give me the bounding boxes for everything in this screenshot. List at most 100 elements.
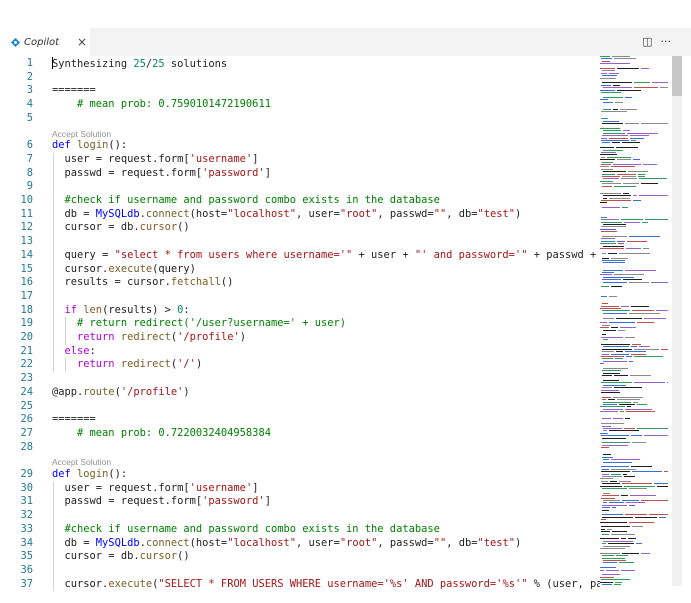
tab-title: Copilot (24, 36, 60, 48)
minimap-line (601, 296, 607, 297)
minimap-line (612, 507, 616, 509)
minimap-line (619, 404, 635, 405)
minimap-line (600, 77, 616, 79)
minimap-line (623, 473, 627, 475)
minimap-line (603, 87, 632, 89)
minimap-line (613, 108, 618, 110)
minimap-line (601, 497, 615, 499)
minimap-line (631, 140, 636, 141)
minimap-line (602, 543, 606, 545)
minimap-line (626, 248, 641, 249)
line-number: 15 (20, 262, 33, 275)
minimap-line (622, 142, 640, 144)
minimap-line (608, 399, 615, 401)
minimap-line (603, 562, 617, 564)
minimap-line (612, 56, 630, 57)
minimap[interactable] (598, 56, 670, 586)
minimap-line (602, 272, 614, 273)
minimap-line (625, 514, 647, 516)
minimap-line (602, 252, 606, 254)
minimap-line (602, 236, 627, 237)
minimap-line (602, 504, 627, 506)
minimap-line (600, 159, 615, 161)
minimap-line (603, 500, 620, 501)
minimap-line (616, 555, 628, 557)
minimap-line (603, 360, 627, 362)
minimap-line (602, 348, 632, 350)
accept-solution-link[interactable]: Accept Solution (52, 129, 111, 139)
minimap-line (603, 540, 633, 542)
minimap-line (600, 552, 620, 554)
more-actions-icon[interactable]: ··· (661, 35, 672, 48)
minimap-line (601, 389, 619, 391)
minimap-line (608, 252, 617, 254)
line-number: 36 (20, 563, 33, 576)
minimap-line (602, 396, 611, 398)
minimap-line (602, 557, 625, 559)
line-number: 6 (26, 139, 33, 152)
minimap-line (601, 480, 608, 482)
minimap-line (643, 248, 649, 249)
minimap-line (636, 543, 642, 545)
minimap-line (603, 560, 626, 561)
scrollbar-thumb[interactable] (672, 56, 682, 96)
minimap-line (601, 305, 619, 307)
minimap-line (600, 576, 614, 578)
minimap-line (633, 195, 637, 197)
minimap-line (611, 353, 629, 355)
minimap-line (603, 329, 616, 331)
minimap-line (602, 142, 610, 144)
minimap-line (651, 281, 668, 283)
minimap-line (611, 257, 628, 259)
minimap-line (603, 492, 610, 494)
line-number: 7 (26, 152, 33, 165)
tab-copilot[interactable]: Copilot × (0, 28, 90, 56)
minimap-line (614, 185, 636, 187)
minimap-line (618, 329, 625, 331)
minimap-line (603, 545, 630, 547)
minimap-line (602, 495, 619, 497)
accept-solution-link[interactable]: Accept Solution (52, 457, 111, 467)
line-number: 33 (20, 522, 33, 535)
minimap-line (638, 173, 645, 175)
minimap-line (630, 495, 656, 497)
minimap-line (617, 89, 641, 91)
close-icon[interactable]: × (77, 35, 87, 49)
code-text: query = "select * from users where usern… (52, 248, 600, 261)
minimap-line (600, 274, 612, 276)
vertical-scrollbar[interactable] (672, 56, 682, 586)
minimap-line (623, 130, 630, 132)
code-editor[interactable]: 1 Synthesizing 25/25 solutions 2 3 ======= 4 … (0, 56, 600, 603)
minimap-line (643, 164, 657, 165)
line-number: 27 (20, 426, 33, 439)
minimap-line (601, 226, 626, 228)
line-number: 2 (26, 70, 33, 83)
minimap-line (629, 312, 660, 314)
line-number: 25 (20, 399, 33, 412)
minimap-line (614, 58, 636, 60)
minimap-line (629, 236, 660, 237)
minimap-line (603, 430, 607, 432)
code-text: def login(): (52, 468, 128, 480)
split-editor-icon[interactable]: ◫ (642, 35, 652, 48)
minimap-line (624, 428, 635, 429)
minimap-line (603, 404, 617, 405)
line-number: 23 (20, 372, 33, 385)
minimap-line (602, 425, 611, 427)
minimap-line (602, 514, 623, 516)
minimap-line (600, 248, 624, 249)
minimap-line (642, 221, 648, 223)
minimap-line (654, 483, 668, 485)
minimap-line (617, 399, 640, 401)
code-text: def login(): (52, 139, 128, 152)
minimap-line (600, 548, 625, 549)
minimap-line (624, 485, 655, 487)
minimap-line (629, 504, 635, 506)
minimap-line (601, 152, 616, 153)
minimap-line (601, 519, 606, 521)
minimap-line (639, 195, 668, 197)
code-text: #check if username and password combo ex… (52, 522, 440, 535)
minimap-line (603, 171, 626, 173)
minimap-line (609, 430, 639, 432)
minimap-line (603, 384, 626, 386)
